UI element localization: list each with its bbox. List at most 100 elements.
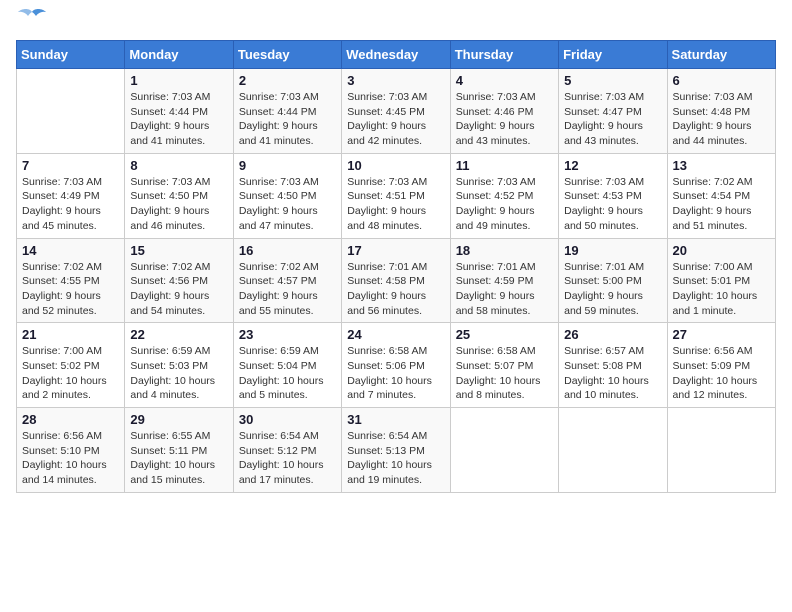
- calendar-cell: [667, 408, 775, 493]
- day-number: 22: [130, 327, 227, 342]
- day-number: 12: [564, 158, 661, 173]
- calendar-cell: 28Sunrise: 6:56 AMSunset: 5:10 PMDayligh…: [17, 408, 125, 493]
- header-tuesday: Tuesday: [233, 41, 341, 69]
- day-number: 6: [673, 73, 770, 88]
- day-number: 1: [130, 73, 227, 88]
- calendar-cell: [17, 69, 125, 154]
- calendar-cell: 24 Sunrise: 6:58 AMSunset: 5:06 PMDayligh…: [342, 323, 450, 408]
- calendar-cell: 1 Sunrise: 7:03 AMSunset: 4:44 PMDaylight…: [125, 69, 233, 154]
- day-number: 29: [130, 412, 227, 427]
- calendar-cell: 27 Sunrise: 6:56 AMSunset: 5:09 PMDayligh…: [667, 323, 775, 408]
- day-number: 20: [673, 243, 770, 258]
- day-info: Sunrise: 7:03 AMSunset: 4:48 PMDaylight:…: [673, 90, 770, 149]
- day-info: Sunrise: 6:56 AMSunset: 5:09 PMDaylight:…: [673, 344, 770, 403]
- day-number: 21: [22, 327, 119, 342]
- calendar-week-2: 7 Sunrise: 7:03 AMSunset: 4:49 PMDaylight…: [17, 153, 776, 238]
- day-number: 26: [564, 327, 661, 342]
- calendar-cell: 22 Sunrise: 6:59 AMSunset: 5:03 PMDayligh…: [125, 323, 233, 408]
- day-number: 13: [673, 158, 770, 173]
- calendar-cell: 14 Sunrise: 7:02 AMSunset: 4:55 PMDayligh…: [17, 238, 125, 323]
- day-number: 5: [564, 73, 661, 88]
- day-number: 9: [239, 158, 336, 173]
- day-info: Sunrise: 7:03 AMSunset: 4:51 PMDaylight:…: [347, 175, 444, 234]
- logo-bird-icon: [18, 8, 46, 28]
- day-info: Sunrise: 7:00 AMSunset: 5:02 PMDaylight:…: [22, 344, 119, 403]
- day-info: Sunrise: 6:56 AMSunset: 5:10 PMDaylight:…: [22, 429, 119, 488]
- header-sunday: Sunday: [17, 41, 125, 69]
- header-saturday: Saturday: [667, 41, 775, 69]
- day-number: 10: [347, 158, 444, 173]
- day-number: 3: [347, 73, 444, 88]
- day-number: 23: [239, 327, 336, 342]
- day-number: 25: [456, 327, 553, 342]
- day-number: 2: [239, 73, 336, 88]
- day-info: Sunrise: 6:54 AMSunset: 5:12 PMDaylight:…: [239, 429, 336, 488]
- day-number: 27: [673, 327, 770, 342]
- day-info: Sunrise: 7:03 AMSunset: 4:46 PMDaylight:…: [456, 90, 553, 149]
- day-number: 7: [22, 158, 119, 173]
- day-info: Sunrise: 6:55 AMSunset: 5:11 PMDaylight:…: [130, 429, 227, 488]
- calendar-cell: 11 Sunrise: 7:03 AMSunset: 4:52 PMDayligh…: [450, 153, 558, 238]
- calendar-week-5: 28Sunrise: 6:56 AMSunset: 5:10 PMDayligh…: [17, 408, 776, 493]
- day-number: 30: [239, 412, 336, 427]
- day-number: 8: [130, 158, 227, 173]
- day-number: 11: [456, 158, 553, 173]
- day-info: Sunrise: 7:03 AMSunset: 4:44 PMDaylight:…: [239, 90, 336, 149]
- day-number: 17: [347, 243, 444, 258]
- day-info: Sunrise: 7:03 AMSunset: 4:53 PMDaylight:…: [564, 175, 661, 234]
- day-number: 15: [130, 243, 227, 258]
- calendar-cell: 7 Sunrise: 7:03 AMSunset: 4:49 PMDaylight…: [17, 153, 125, 238]
- day-info: Sunrise: 7:03 AMSunset: 4:50 PMDaylight:…: [239, 175, 336, 234]
- calendar-cell: 23Sunrise: 6:59 AMSunset: 5:04 PMDayligh…: [233, 323, 341, 408]
- calendar-cell: 17Sunrise: 7:01 AMSunset: 4:58 PMDayligh…: [342, 238, 450, 323]
- calendar-cell: 20 Sunrise: 7:00 AMSunset: 5:01 PMDayligh…: [667, 238, 775, 323]
- calendar-cell: 2 Sunrise: 7:03 AMSunset: 4:44 PMDaylight…: [233, 69, 341, 154]
- day-number: 16: [239, 243, 336, 258]
- page-header: [16, 16, 776, 28]
- day-number: 24: [347, 327, 444, 342]
- calendar-cell: 31 Sunrise: 6:54 AMSunset: 5:13 PMDayligh…: [342, 408, 450, 493]
- calendar-cell: 26 Sunrise: 6:57 AMSunset: 5:08 PMDayligh…: [559, 323, 667, 408]
- calendar-cell: 8 Sunrise: 7:03 AMSunset: 4:50 PMDaylight…: [125, 153, 233, 238]
- calendar-cell: 25 Sunrise: 6:58 AMSunset: 5:07 PMDayligh…: [450, 323, 558, 408]
- header-wednesday: Wednesday: [342, 41, 450, 69]
- day-info: Sunrise: 7:02 AMSunset: 4:55 PMDaylight:…: [22, 260, 119, 319]
- calendar-cell: 4 Sunrise: 7:03 AMSunset: 4:46 PMDaylight…: [450, 69, 558, 154]
- calendar-cell: [450, 408, 558, 493]
- calendar-cell: 13 Sunrise: 7:02 AMSunset: 4:54 PMDayligh…: [667, 153, 775, 238]
- header-thursday: Thursday: [450, 41, 558, 69]
- calendar-header-row: Sunday Monday Tuesday Wednesday Thursday…: [17, 41, 776, 69]
- day-info: Sunrise: 6:57 AMSunset: 5:08 PMDaylight:…: [564, 344, 661, 403]
- day-info: Sunrise: 6:59 AMSunset: 5:03 PMDaylight:…: [130, 344, 227, 403]
- calendar-cell: 29 Sunrise: 6:55 AMSunset: 5:11 PMDayligh…: [125, 408, 233, 493]
- day-info: Sunrise: 6:58 AMSunset: 5:07 PMDaylight:…: [456, 344, 553, 403]
- day-number: 14: [22, 243, 119, 258]
- day-number: 4: [456, 73, 553, 88]
- logo: [16, 16, 46, 28]
- day-info: Sunrise: 7:03 AMSunset: 4:49 PMDaylight:…: [22, 175, 119, 234]
- calendar-table: Sunday Monday Tuesday Wednesday Thursday…: [16, 40, 776, 493]
- day-info: Sunrise: 7:03 AMSunset: 4:44 PMDaylight:…: [130, 90, 227, 149]
- calendar-week-4: 21 Sunrise: 7:00 AMSunset: 5:02 PMDayligh…: [17, 323, 776, 408]
- calendar-cell: [559, 408, 667, 493]
- calendar-cell: 16Sunrise: 7:02 AMSunset: 4:57 PMDayligh…: [233, 238, 341, 323]
- calendar-cell: 5 Sunrise: 7:03 AMSunset: 4:47 PMDaylight…: [559, 69, 667, 154]
- day-info: Sunrise: 6:54 AMSunset: 5:13 PMDaylight:…: [347, 429, 444, 488]
- calendar-cell: 30 Sunrise: 6:54 AMSunset: 5:12 PMDayligh…: [233, 408, 341, 493]
- calendar-cell: 6 Sunrise: 7:03 AMSunset: 4:48 PMDaylight…: [667, 69, 775, 154]
- day-number: 19: [564, 243, 661, 258]
- day-info: Sunrise: 6:58 AMSunset: 5:06 PMDaylight:…: [347, 344, 444, 403]
- day-info: Sunrise: 7:03 AMSunset: 4:52 PMDaylight:…: [456, 175, 553, 234]
- calendar-cell: 3 Sunrise: 7:03 AMSunset: 4:45 PMDaylight…: [342, 69, 450, 154]
- day-info: Sunrise: 7:03 AMSunset: 4:45 PMDaylight:…: [347, 90, 444, 149]
- day-info: Sunrise: 7:00 AMSunset: 5:01 PMDaylight:…: [673, 260, 770, 319]
- day-number: 31: [347, 412, 444, 427]
- day-info: Sunrise: 7:03 AMSunset: 4:50 PMDaylight:…: [130, 175, 227, 234]
- header-monday: Monday: [125, 41, 233, 69]
- calendar-cell: 10 Sunrise: 7:03 AMSunset: 4:51 PMDayligh…: [342, 153, 450, 238]
- day-info: Sunrise: 7:03 AMSunset: 4:47 PMDaylight:…: [564, 90, 661, 149]
- day-info: Sunrise: 7:01 AMSunset: 5:00 PMDaylight:…: [564, 260, 661, 319]
- day-info: Sunrise: 7:02 AMSunset: 4:54 PMDaylight:…: [673, 175, 770, 234]
- calendar-cell: 18Sunrise: 7:01 AMSunset: 4:59 PMDayligh…: [450, 238, 558, 323]
- calendar-cell: 15Sunrise: 7:02 AMSunset: 4:56 PMDayligh…: [125, 238, 233, 323]
